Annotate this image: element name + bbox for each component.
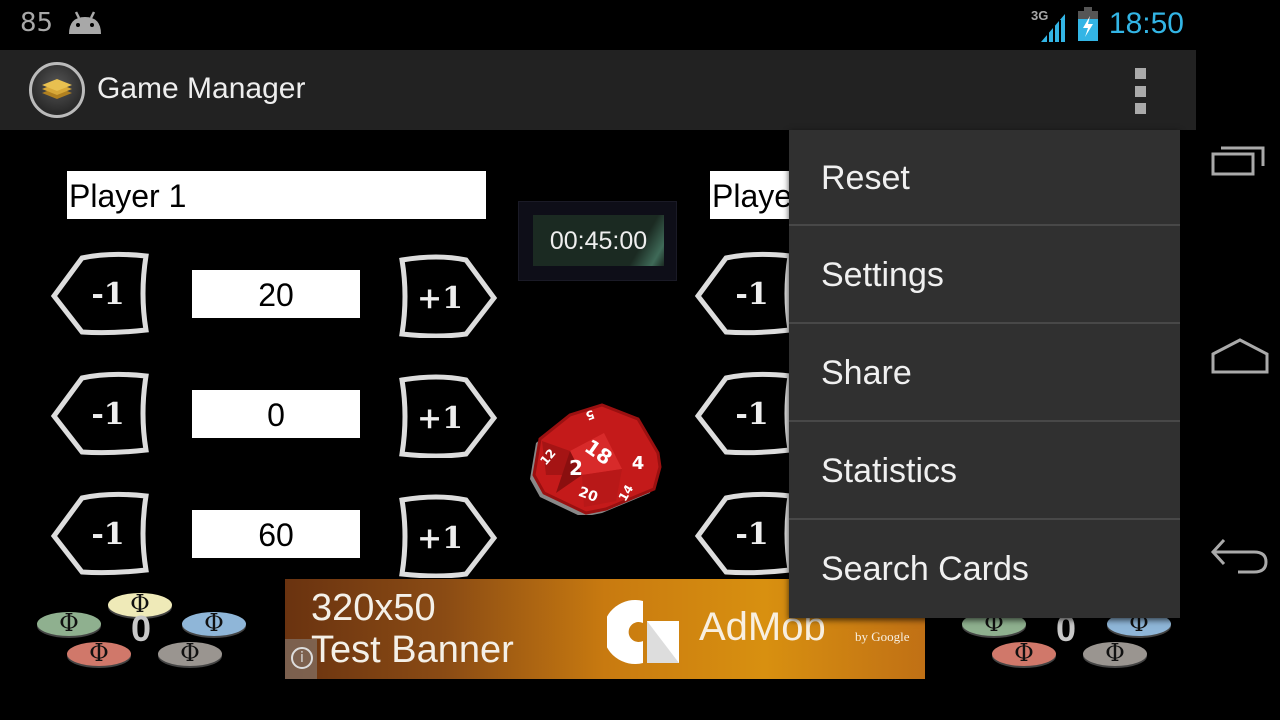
overflow-dot [1134, 68, 1146, 79]
player-1-life-increment-button[interactable]: +1 [398, 252, 498, 339]
overflow-dot [1134, 85, 1146, 97]
app-title: Game Manager [97, 72, 306, 105]
mana-symbol-icon: Φ [180, 639, 200, 667]
ad-info-button[interactable]: i [285, 639, 317, 679]
overflow-menu: Reset Settings Share Statistics Search C… [789, 130, 1180, 618]
screen: 85 3G 18:50 Game Manager Player 1 -1 20 … [0, 0, 1280, 720]
dice-face-2: 2 [569, 456, 583, 480]
recent-apps-icon [1211, 146, 1265, 176]
svg-text:+1: +1 [417, 281, 463, 316]
player-1-poison-increment-button[interactable]: +1 [398, 372, 498, 459]
overflow-dot [1134, 103, 1146, 114]
mana-colorless-button[interactable]: Φ [158, 639, 222, 667]
player-1-poison-decrement-button[interactable]: -1 [50, 370, 150, 456]
home-button[interactable] [1208, 334, 1272, 384]
info-icon: i [291, 647, 313, 669]
game-timer: 00:45:00 [533, 215, 664, 266]
player-1-mana-total: 0 [131, 608, 152, 649]
player-1-life-value[interactable]: 20 [192, 270, 360, 318]
app-logo-icon[interactable] [29, 62, 85, 118]
back-button[interactable] [1208, 530, 1272, 580]
menu-item-reset[interactable]: Reset [789, 130, 1180, 226]
player-1-counter3-value[interactable]: 60 [192, 510, 360, 558]
action-bar: Game Manager [0, 50, 1196, 130]
ad-size-text: 320x50 [311, 587, 436, 629]
mana-green-button[interactable]: Φ [37, 609, 101, 637]
back-icon [1210, 538, 1268, 574]
svg-text:+1: +1 [417, 521, 463, 556]
ad-by-text: by Google [855, 629, 910, 644]
player-2-poison-decrement-button[interactable]: -1 [694, 370, 794, 456]
svg-text:-1: -1 [735, 517, 768, 552]
network-type: 3G [1031, 8, 1048, 23]
svg-text:-1: -1 [735, 277, 768, 312]
svg-text:+1: +1 [417, 401, 463, 436]
player-1-mana-pool: Φ Φ Φ Φ Φ 0 [30, 590, 260, 670]
mana-blue-button[interactable]: Φ [182, 609, 246, 637]
android-debug-icon [67, 10, 103, 36]
recent-apps-button[interactable] [1208, 140, 1272, 190]
player-1-life-decrement-button[interactable]: -1 [50, 250, 150, 336]
player-1-name-input[interactable]: Player 1 [67, 171, 486, 219]
mana-colorless-button[interactable]: Φ [1083, 639, 1147, 667]
svg-text:-1: -1 [91, 517, 124, 552]
ad-test-text: Test Banner [311, 629, 514, 671]
mana-red-button[interactable]: Φ [67, 639, 131, 667]
timer-panel[interactable]: 00:45:00 [518, 201, 677, 281]
dice-face-4: 4 [632, 453, 645, 474]
player-2-counter3-decrement-button[interactable]: -1 [694, 490, 794, 576]
mana-red-button[interactable]: Φ [992, 639, 1056, 667]
status-clock: 18:50 [1108, 7, 1184, 40]
svg-text:-1: -1 [91, 397, 124, 432]
navigation-bar [1196, 50, 1280, 720]
menu-item-settings[interactable]: Settings [789, 226, 1180, 324]
menu-item-statistics[interactable]: Statistics [789, 422, 1180, 520]
mana-symbol-icon: Φ [89, 639, 109, 667]
mana-symbol-icon: Φ [1105, 639, 1125, 667]
player-1-poison-value[interactable]: 0 [192, 390, 360, 438]
overflow-menu-button[interactable] [1128, 68, 1152, 114]
d20-dice-button[interactable]: 18 2 4 12 5 20 14 [526, 403, 666, 517]
status-bar: 85 3G 18:50 [0, 0, 1280, 50]
mana-symbol-icon: Φ [59, 609, 79, 637]
menu-item-share[interactable]: Share [789, 324, 1180, 422]
menu-item-search-cards[interactable]: Search Cards [789, 520, 1180, 618]
player-1-counter3-increment-button[interactable]: +1 [398, 492, 498, 579]
signal-icon: 3G [1031, 6, 1067, 42]
admob-logo-icon [603, 597, 681, 667]
player-1-counter3-decrement-button[interactable]: -1 [50, 490, 150, 576]
home-icon [1211, 338, 1269, 374]
svg-text:-1: -1 [735, 397, 768, 432]
player-2-life-decrement-button[interactable]: -1 [694, 250, 794, 336]
player-2-name-input[interactable]: Playe [710, 171, 790, 219]
notification-count: 85 [20, 8, 54, 38]
svg-text:-1: -1 [91, 277, 124, 312]
battery-charging-icon [1077, 7, 1099, 41]
mana-symbol-icon: Φ [204, 609, 224, 637]
mana-symbol-icon: Φ [1014, 639, 1034, 667]
